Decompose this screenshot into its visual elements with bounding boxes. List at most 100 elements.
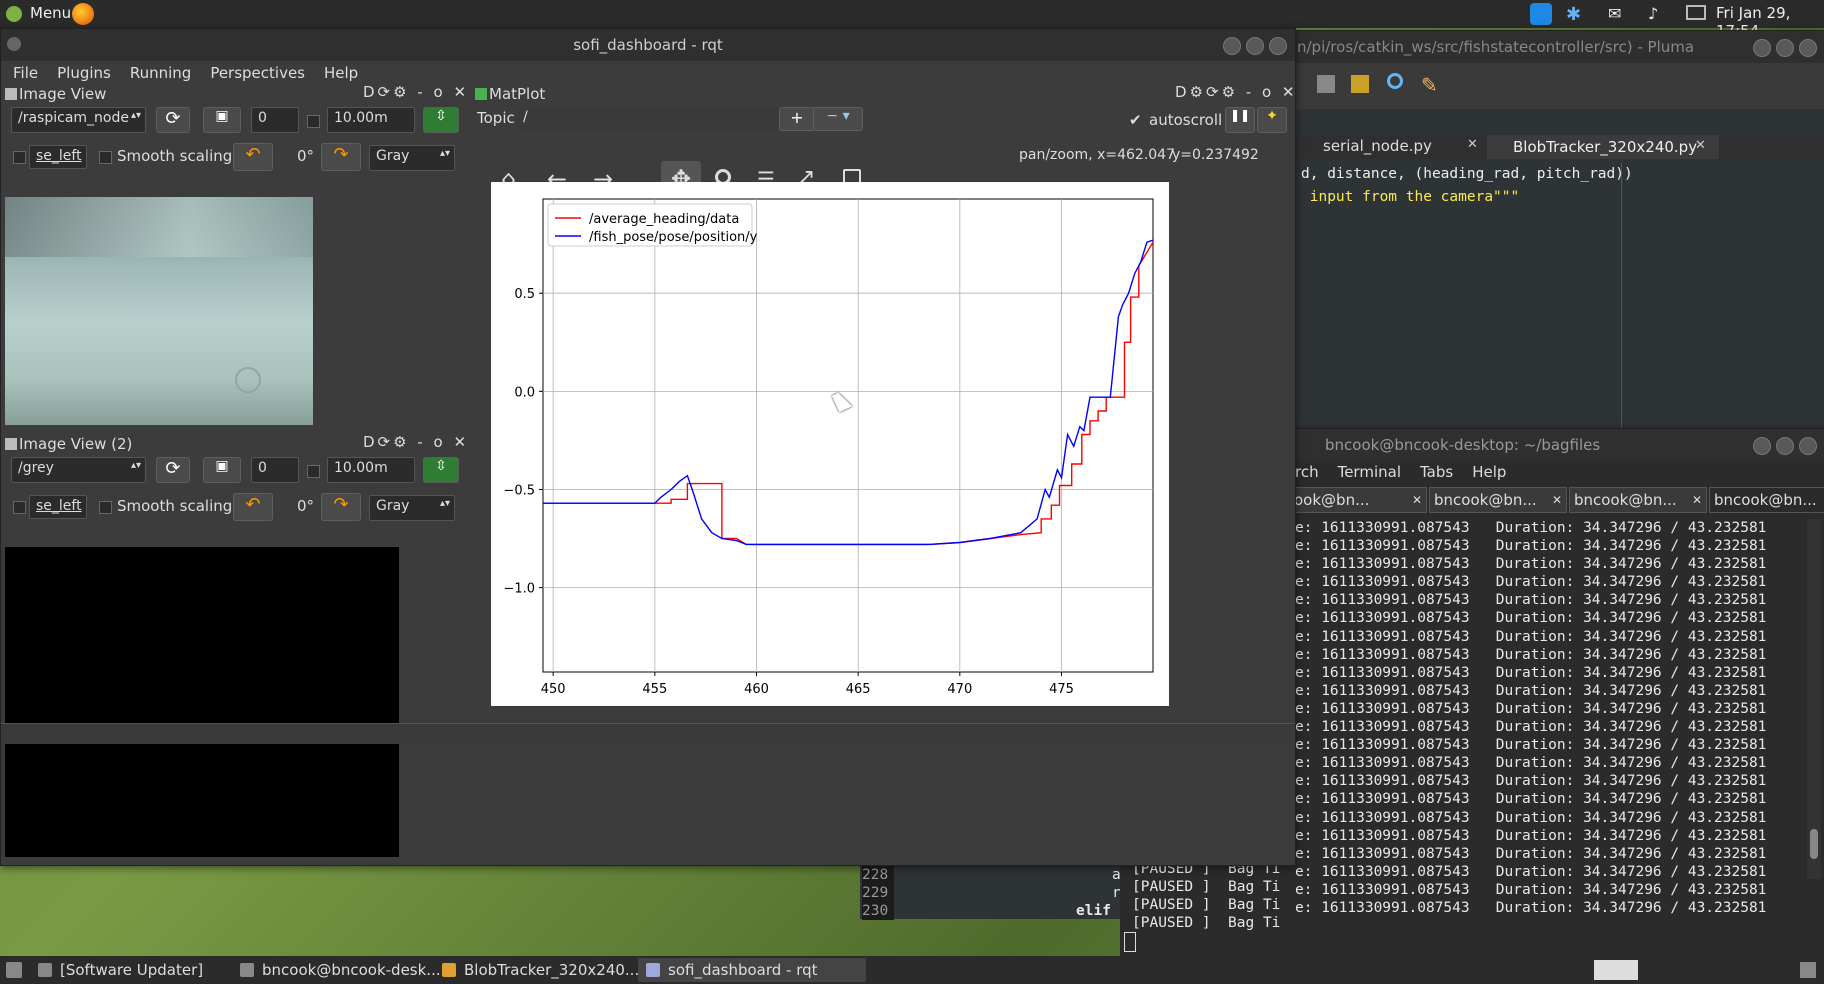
firefox-icon[interactable] xyxy=(72,3,94,25)
menu-help[interactable]: Help xyxy=(1472,463,1506,481)
display-icon[interactable] xyxy=(1686,5,1706,20)
pluma-minimize-button[interactable] xyxy=(1753,39,1771,57)
show-desktop-icon[interactable] xyxy=(6,962,22,978)
terminal-line: e: 1611330991.087543 Duration: 34.347296… xyxy=(1295,863,1767,880)
terminal-tab[interactable]: bncook@bn... ✕ xyxy=(1429,487,1567,513)
pluma-tab-bar: serial_node.py ✕ BlobTracker_320x240.py … xyxy=(1291,135,1824,159)
pluma-close-button[interactable] xyxy=(1799,39,1817,57)
menu-plugins[interactable]: Plugins xyxy=(57,61,111,85)
terminal-output[interactable]: e: 1611330991.087543 Duration: 34.347296… xyxy=(1295,519,1805,919)
zoom-fit-button[interactable]: ⇳ xyxy=(423,107,459,133)
checkbox[interactable] xyxy=(13,151,26,164)
smooth-scaling-checkbox[interactable] xyxy=(99,151,112,164)
volume-icon[interactable]: ♪ xyxy=(1648,4,1658,23)
topic2-button[interactable]: se_left xyxy=(29,495,87,519)
menu-help[interactable]: Help xyxy=(324,61,358,85)
terminal-close-button[interactable] xyxy=(1799,437,1817,455)
code-fragment: elif xyxy=(1076,903,1111,919)
menu-terminal[interactable]: Terminal xyxy=(1338,463,1401,481)
paste-icon[interactable] xyxy=(1351,75,1369,93)
remove-topic-button[interactable]: − ▾ xyxy=(813,107,863,131)
pluma-maximize-button[interactable] xyxy=(1776,39,1794,57)
save-image-button[interactable]: ▣ xyxy=(203,107,241,133)
pause-button[interactable]: ❚❚ xyxy=(1225,107,1255,133)
terminal-line: e: 1611330991.087543 Duration: 34.347296… xyxy=(1295,610,1767,627)
taskbar: [Software Updater] bncook@bncook-desk...… xyxy=(0,956,1824,984)
y-tick-label: −0.5 xyxy=(503,483,535,498)
rqt-maximize-button[interactable] xyxy=(1246,37,1264,55)
task-software-updater[interactable]: [Software Updater] xyxy=(30,958,260,982)
x-tick-label: 470 xyxy=(947,682,972,697)
menu-search[interactable]: rch xyxy=(1295,463,1319,481)
panel-title: MatPlot xyxy=(489,85,546,103)
refresh-button[interactable]: ⟳ xyxy=(156,107,190,133)
autoscroll-checkbox[interactable]: ✔ xyxy=(1129,111,1142,129)
rate-spinbox[interactable]: 10.00m xyxy=(327,457,415,483)
task-rqt[interactable]: sofi_dashboard - rqt xyxy=(638,958,866,982)
rotate-right-button[interactable]: ↷ xyxy=(321,493,361,521)
scrollbar-thumb[interactable] xyxy=(1810,829,1818,859)
menu-perspectives[interactable]: Perspectives xyxy=(210,61,305,85)
code-area[interactable]: d, distance, (heading_rad, pitch_rad)) i… xyxy=(1301,163,1811,209)
y-tick-label: 0.5 xyxy=(514,287,535,302)
menu-tabs[interactable]: Tabs xyxy=(1420,463,1453,481)
network-icon[interactable]: ✉ xyxy=(1608,4,1621,23)
tab-blobtracker[interactable]: BlobTracker_320x240.py xyxy=(1487,135,1719,159)
panel-controls[interactable]: D⟳⚙ - o ✕ xyxy=(363,83,469,101)
rate-spinbox[interactable]: 10.00m xyxy=(327,107,415,133)
clear-button[interactable]: ✦ xyxy=(1257,107,1287,133)
rqt-minimize-button[interactable] xyxy=(1223,37,1241,55)
terminal-maximize-button[interactable] xyxy=(1776,437,1794,455)
tab-close-icon[interactable]: ✕ xyxy=(1692,488,1702,512)
x-tick-label: 450 xyxy=(541,682,566,697)
bluetooth-icon[interactable]: ✱ xyxy=(1566,4,1581,25)
window-menu-icon[interactable] xyxy=(7,37,21,51)
tab-close-icon[interactable]: ✕ xyxy=(1695,138,1706,153)
topic-select[interactable]: /raspicam_node ▴▾ xyxy=(11,107,146,133)
terminal-scrollbar[interactable] xyxy=(1807,519,1821,879)
checkbox[interactable] xyxy=(13,501,26,514)
terminal-tab[interactable]: ook@bn... ✕ xyxy=(1289,487,1427,513)
task-terminal[interactable]: bncook@bncook-desk... xyxy=(232,958,462,982)
color-mode-select[interactable]: Gray ▴▾ xyxy=(369,495,455,521)
find-icon[interactable] xyxy=(1387,73,1403,89)
task-pluma[interactable]: BlobTracker_320x240.... xyxy=(434,958,664,982)
terminal-minimize-button[interactable] xyxy=(1753,437,1771,455)
replace-icon[interactable]: ✎ xyxy=(1421,73,1438,97)
terminal-line: e: 1611330991.087543 Duration: 34.347296… xyxy=(1295,556,1767,573)
topic-label: Topic xyxy=(477,109,515,127)
tab-close-icon[interactable]: ✕ xyxy=(1552,488,1562,512)
workspace-switcher[interactable] xyxy=(1594,960,1638,980)
topic-select[interactable]: /grey ▴▾ xyxy=(11,457,146,483)
panel-controls[interactable]: D⚙⟳⚙ - o ✕ xyxy=(1175,83,1297,101)
menu-file[interactable]: File xyxy=(13,61,38,85)
panel-controls[interactable]: D⟳⚙ - o ✕ xyxy=(363,433,469,451)
menu-button[interactable]: Menu xyxy=(30,4,71,22)
copy-icon[interactable] xyxy=(1317,75,1335,93)
save-image-button[interactable]: ▣ xyxy=(203,457,241,483)
add-topic-button[interactable]: + xyxy=(779,107,815,131)
tab-close-icon[interactable]: ✕ xyxy=(1412,488,1422,512)
rqt-close-button[interactable] xyxy=(1269,37,1287,55)
tray-icon[interactable] xyxy=(1800,962,1816,978)
color-mode-select[interactable]: Gray ▴▾ xyxy=(369,145,455,171)
rotate-left-button[interactable]: ↶ xyxy=(233,493,273,521)
menu-running[interactable]: Running xyxy=(130,61,191,85)
smooth-scaling-checkbox[interactable] xyxy=(99,501,112,514)
terminal-tab[interactable]: bncook@bn... ✕ xyxy=(1569,487,1707,513)
terminal-tab[interactable]: bncook@bn... ✕ xyxy=(1709,487,1824,513)
mint-menu-icon[interactable] xyxy=(6,6,22,22)
zoom-fit-button[interactable]: ⇳ xyxy=(423,457,459,483)
rotate-left-button[interactable]: ↶ xyxy=(233,143,273,171)
checkbox[interactable] xyxy=(307,115,320,128)
rotate-right-button[interactable]: ↷ xyxy=(321,143,361,171)
checkbox[interactable] xyxy=(307,465,320,478)
topic2-button[interactable]: se_left xyxy=(29,145,87,169)
refresh-button[interactable]: ⟳ xyxy=(156,457,190,483)
spin-box[interactable]: 0 xyxy=(251,457,299,483)
spin-box[interactable]: 0 xyxy=(251,107,299,133)
topic-input[interactable]: / xyxy=(517,107,779,131)
vscode-tray-icon[interactable] xyxy=(1530,3,1552,25)
tab-close-icon[interactable]: ✕ xyxy=(1467,137,1478,152)
plot-canvas[interactable]: 450 455 460 465 470 475 0.5 0.0 −0.5 −1.0/average… xyxy=(491,182,1169,706)
